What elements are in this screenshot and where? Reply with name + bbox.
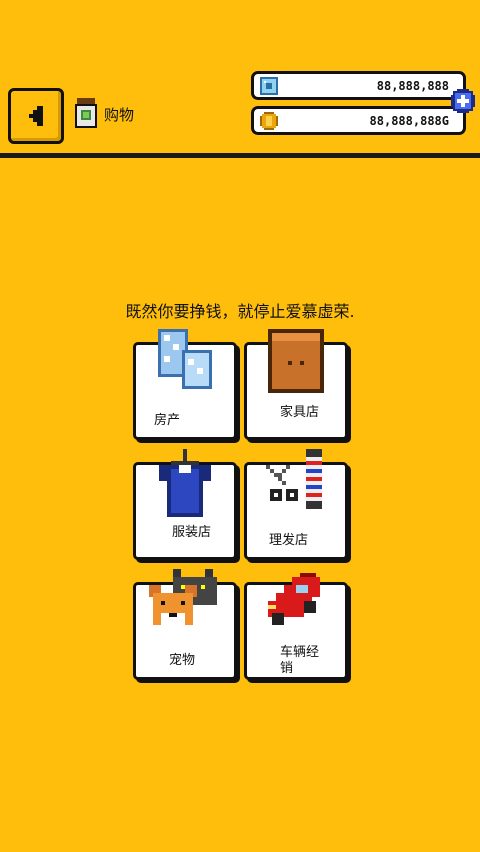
- slogan-text: 既然你要挣钱，就停止爱慕虚荣.: [125, 302, 355, 321]
- category-barber-shop[interactable]: 理发店: [244, 449, 348, 560]
- category-clothing-store[interactable]: 服装店: [133, 449, 237, 560]
- category-label: 宠物: [169, 653, 196, 668]
- category-pets[interactable]: 宠物: [133, 569, 237, 680]
- gem-amount: 88,888,888: [376, 79, 449, 93]
- coin-icon: [260, 112, 278, 130]
- shopping-bag-icon: [75, 98, 97, 132]
- category-label: 服装店: [172, 525, 212, 540]
- gem-icon: [260, 77, 278, 95]
- header-divider: [0, 153, 480, 158]
- coin-balance: 88,888,888G: [251, 106, 466, 135]
- barber-pole-scissors-icon: [266, 449, 322, 509]
- top-bar: 购物 88,888,888 88,888,888G: [0, 0, 480, 160]
- back-button[interactable]: [8, 88, 64, 144]
- category-real-estate[interactable]: 房产: [133, 329, 237, 440]
- shirt-on-hanger-icon: [159, 449, 211, 517]
- category-label: 理发店: [269, 533, 309, 548]
- gem-balance: 88,888,888: [251, 71, 466, 100]
- category-label: 家具店: [280, 405, 320, 420]
- red-car-icon: [268, 573, 320, 625]
- category-label: 房产: [154, 413, 181, 428]
- category-label: 车辆经销: [280, 645, 320, 676]
- category-furniture-store[interactable]: 家具店: [244, 329, 348, 440]
- add-gems-button[interactable]: [451, 89, 475, 113]
- buildings-icon: [158, 329, 212, 389]
- page-title: 购物: [104, 106, 135, 124]
- cat-dog-icon: [149, 569, 217, 625]
- back-arrow-icon: [29, 106, 43, 126]
- coin-amount: 88,888,888G: [369, 114, 449, 128]
- category-car-dealer[interactable]: 车辆经销: [244, 573, 348, 680]
- plus-icon: [451, 89, 475, 113]
- wardrobe-icon: [268, 329, 324, 393]
